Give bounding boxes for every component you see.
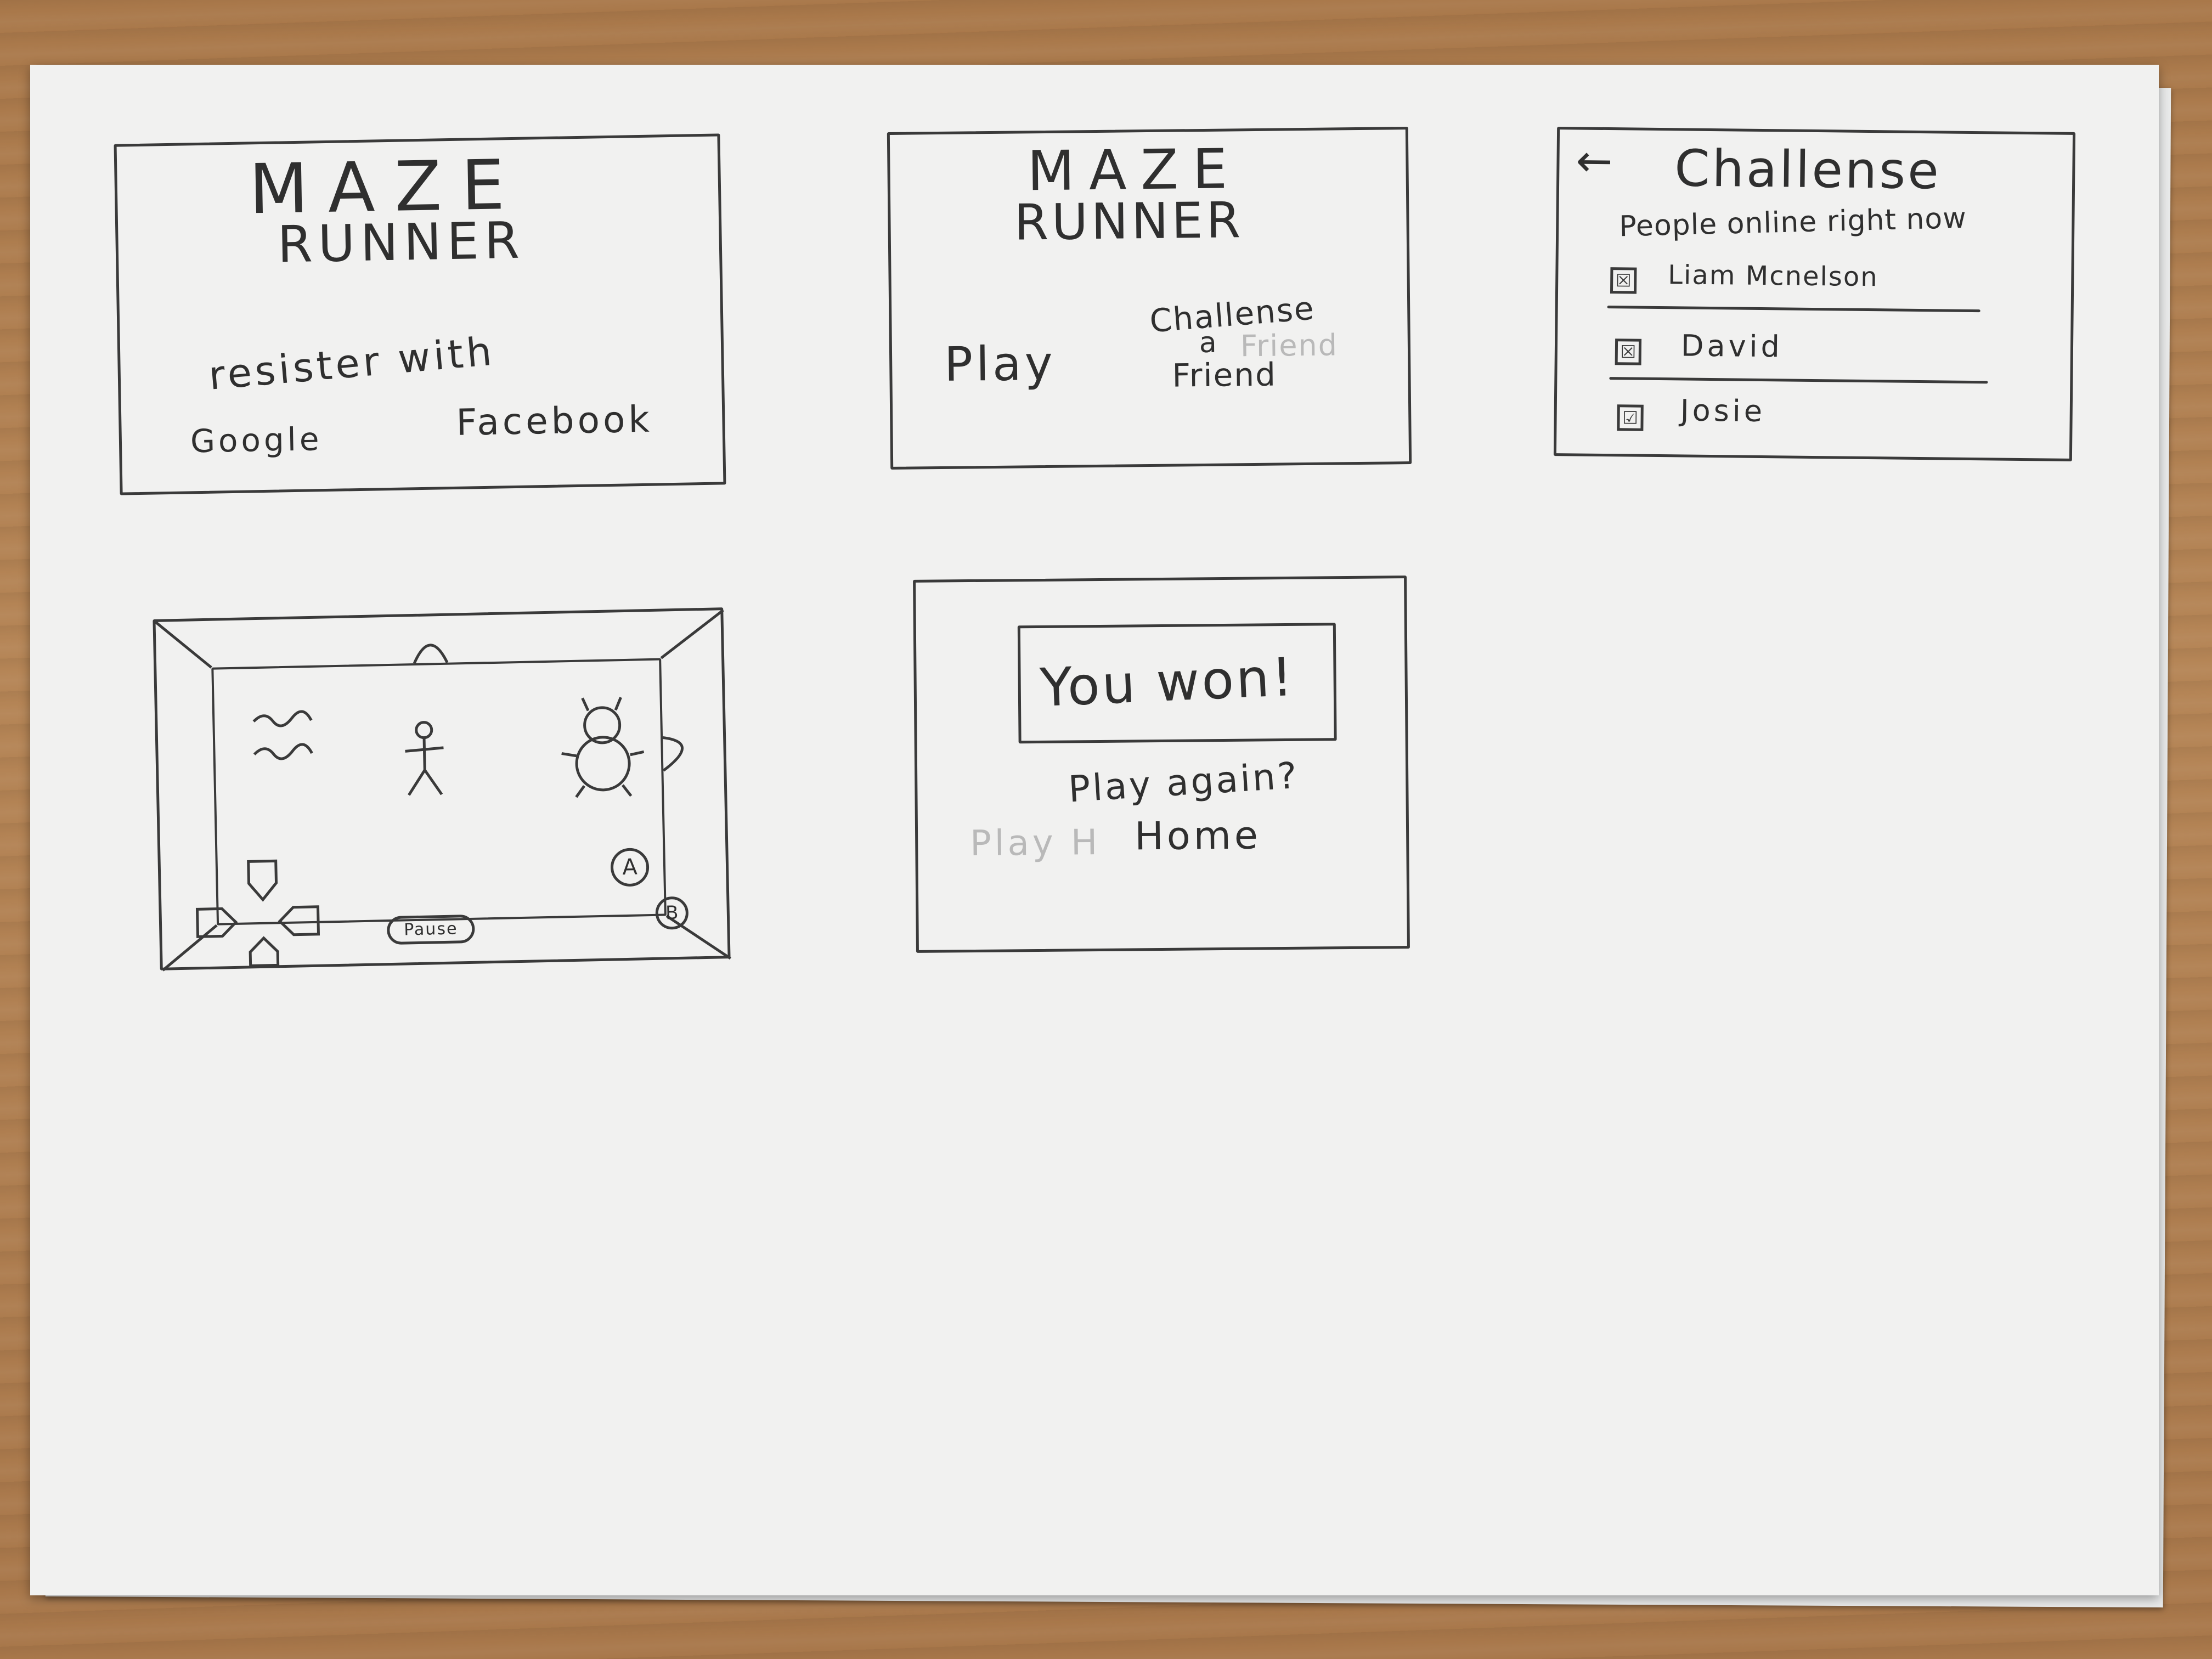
player-stick-figure-icon [405, 721, 444, 796]
play-again-button[interactable]: Play again? [1067, 754, 1300, 811]
monster-icon [561, 697, 645, 798]
home-title-line2: RUNNER [1013, 191, 1244, 252]
person-3-name[interactable]: Josie [1680, 393, 1765, 428]
facebook-button[interactable]: Facebook [456, 398, 653, 444]
person-2-name[interactable]: David [1681, 328, 1784, 364]
back-arrow-icon[interactable]: ← [1576, 135, 1616, 187]
login-screen: MAZE RUNNER resister with Google Faceboo… [114, 133, 726, 495]
faint-erased-text: Play H [969, 822, 1101, 865]
person-1-checkbox[interactable]: ☒ [1610, 267, 1637, 294]
dpad-up-arrow-icon[interactable] [243, 858, 283, 902]
home-button[interactable]: Home [1135, 812, 1261, 859]
challenge-friend-line3[interactable]: Friend [1172, 356, 1277, 394]
pause-label: Pause [403, 919, 458, 940]
challenge-title: Challense [1674, 139, 1942, 201]
online-subtitle: People online right now [1618, 201, 1967, 244]
list-divider [1607, 306, 1980, 313]
list-divider [1609, 377, 1988, 384]
dpad-down-arrow-icon[interactable] [245, 935, 284, 968]
you-won-message: You won! [1039, 646, 1296, 719]
challenge-screen: ← Challense People online right now ☒ Li… [1553, 127, 2076, 461]
b-button-label: B [665, 902, 679, 924]
dpad-left-arrow-icon[interactable] [194, 906, 239, 940]
game-screen: Pause A B [153, 607, 731, 972]
dpad-right-arrow-icon[interactable] [276, 904, 321, 938]
play-button[interactable]: Play [944, 336, 1056, 392]
person-1-name[interactable]: Liam Mcnelson [1668, 259, 1878, 292]
person-2-checkbox[interactable]: ☒ [1615, 338, 1642, 365]
home-screen: MAZE RUNNER Play Challense a Friend Frie… [887, 127, 1412, 470]
person-3-checkbox[interactable]: ☑ [1617, 404, 1644, 431]
sketch-paper: MAZE RUNNER resister with Google Faceboo… [30, 65, 2159, 1595]
a-button-label: A [622, 854, 638, 881]
you-won-box: You won! [1017, 623, 1337, 744]
register-prompt: resister with [206, 328, 497, 399]
challenge-friend-line2[interactable]: a [1199, 326, 1221, 359]
pause-button[interactable]: Pause [386, 914, 475, 945]
result-screen: You won! Play again? Play H Home [913, 575, 1410, 953]
google-button[interactable]: Google [190, 420, 323, 460]
login-title-line2: RUNNER [276, 211, 526, 274]
snake-icon [252, 710, 313, 760]
